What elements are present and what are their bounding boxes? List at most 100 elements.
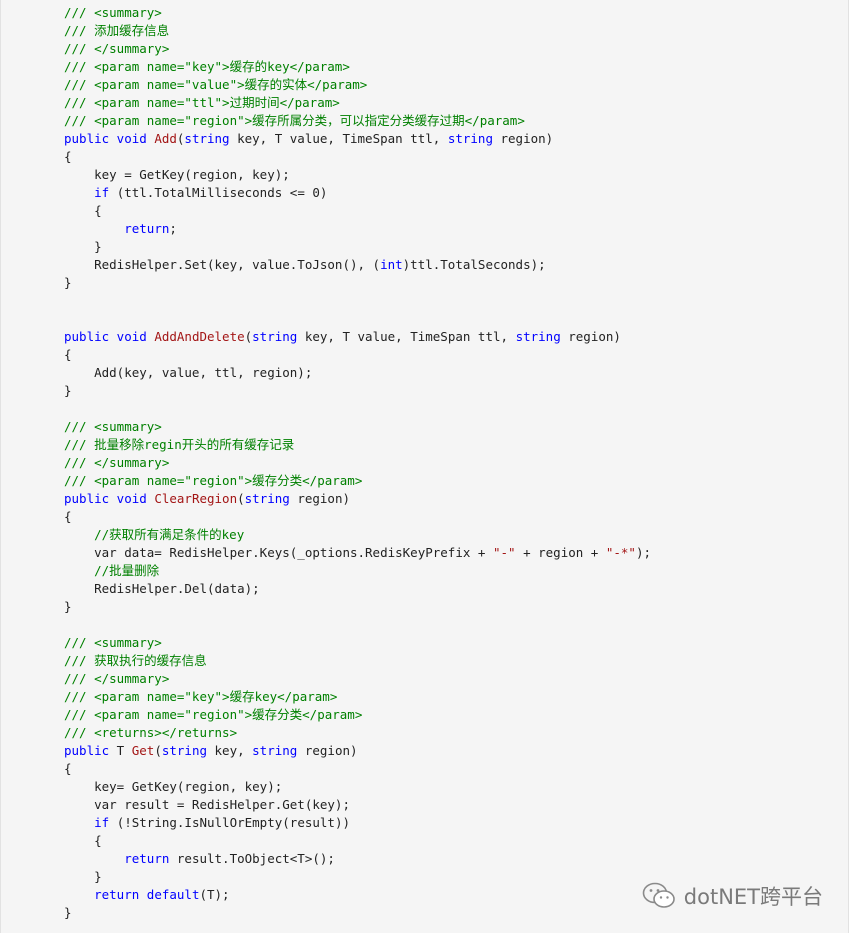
code-token: return <box>124 221 170 236</box>
code-token: /// <param name="key">缓存的key</param> <box>64 59 350 74</box>
code-token: "-*" <box>605 545 636 560</box>
code-token: AddAndDelete <box>154 329 245 344</box>
code-token: return <box>94 887 140 902</box>
code-line: /// 添加缓存信息 <box>64 22 651 40</box>
code-token: } <box>64 905 72 920</box>
code-line: /// <returns></returns> <box>64 724 651 742</box>
code-line: /// <param name="key">缓存的key</param> <box>64 58 651 76</box>
code-token: key, T value, TimeSpan ttl, <box>229 131 448 146</box>
code-token: T <box>109 743 132 758</box>
code-token: if <box>94 185 110 200</box>
code-line: return default(T); <box>64 886 651 904</box>
code-token: ClearRegion <box>154 491 238 506</box>
code-token: region) <box>492 131 554 146</box>
code-token: string <box>447 131 493 146</box>
code-line: } <box>64 904 651 922</box>
code-token: { <box>64 347 72 362</box>
code-token: /// <summary> <box>64 635 162 650</box>
code-token: } <box>64 239 102 254</box>
code-line: { <box>64 148 651 166</box>
code-token: region) <box>560 329 621 344</box>
code-token: region) <box>289 491 351 506</box>
code-token: Add <box>154 131 177 146</box>
code-token: var data= RedisHelper.Keys(_options.Redi… <box>64 545 493 560</box>
code-line: return result.ToObject<T>(); <box>64 850 651 868</box>
code-line: /// <summary> <box>64 4 651 22</box>
code-token: result.ToObject<T>(); <box>169 851 335 866</box>
code-token: /// <param name="region">缓存所属分类，可以指定分类缓存… <box>64 113 525 128</box>
code-line: { <box>64 760 651 778</box>
code-line: public void Add(string key, T value, Tim… <box>64 130 651 148</box>
code-line: { <box>64 508 651 526</box>
code-line: } <box>64 598 651 616</box>
code-line: public void ClearRegion(string region) <box>64 490 651 508</box>
code-token: /// </summary> <box>64 671 170 686</box>
code-line: return; <box>64 220 651 238</box>
code-token: (!String.IsNullOrEmpty(result)) <box>109 815 350 830</box>
code-token: /// <param name="region">缓存分类</param> <box>64 473 363 488</box>
code-token: } <box>64 383 72 398</box>
code-token: (ttl.TotalMilliseconds <= 0) <box>109 185 328 200</box>
code-line: /// <param name="region">缓存所属分类，可以指定分类缓存… <box>64 112 651 130</box>
code-line: /// </summary> <box>64 670 651 688</box>
code-line: /// <param name="ttl">过期时间</param> <box>64 94 651 112</box>
code-line: { <box>64 832 651 850</box>
code-token: "-" <box>492 545 516 560</box>
code-token: /// 添加缓存信息 <box>64 23 170 38</box>
code-line: /// <summary> <box>64 418 651 436</box>
code-token: /// <param name="key">缓存key</param> <box>64 689 338 704</box>
code-token: (T); <box>199 887 230 902</box>
code-token: /// 获取执行的缓存信息 <box>64 653 207 668</box>
code-token: key, <box>207 743 253 758</box>
code-token: key= GetKey(region, key); <box>64 779 283 794</box>
code-token: )ttl.TotalSeconds); <box>402 257 546 272</box>
code-token: /// </summary> <box>64 41 170 56</box>
code-token: string <box>161 743 207 758</box>
code-line: /// 获取执行的缓存信息 <box>64 652 651 670</box>
code-token: key, T value, TimeSpan ttl, <box>297 329 516 344</box>
code-token: string <box>244 491 290 506</box>
code-token: public void <box>64 329 155 344</box>
code-line: { <box>64 346 651 364</box>
code-line: /// <param name="region">缓存分类</param> <box>64 472 651 490</box>
code-token: //批量删除 <box>64 563 160 578</box>
code-line: if (ttl.TotalMilliseconds <= 0) <box>64 184 651 202</box>
code-token: /// </summary> <box>64 455 170 470</box>
code-line: /// </summary> <box>64 40 651 58</box>
code-token: /// 批量移除regin开头的所有缓存记录 <box>64 437 295 452</box>
code-token: string <box>252 743 298 758</box>
code-line: } <box>64 238 651 256</box>
code-line: RedisHelper.Set(key, value.ToJson(), (in… <box>64 256 651 274</box>
code-token: } <box>64 275 72 290</box>
wechat-icon <box>642 882 676 910</box>
code-token: RedisHelper.Del(data); <box>64 581 260 596</box>
code-line: public void AddAndDelete(string key, T v… <box>64 328 651 346</box>
code-token: default <box>146 887 200 902</box>
code-token: //获取所有满足条件的key <box>64 527 245 542</box>
code-line: //批量删除 <box>64 562 651 580</box>
code-token: /// <param name="ttl">过期时间</param> <box>64 95 340 110</box>
code-token: string <box>252 329 298 344</box>
code-token: Add(key, value, ttl, region); <box>64 365 313 380</box>
code-line: if (!String.IsNullOrEmpty(result)) <box>64 814 651 832</box>
code-token: { <box>64 833 102 848</box>
code-line: var result = RedisHelper.Get(key); <box>64 796 651 814</box>
code-token: ); <box>635 545 652 560</box>
code-line: Add(key, value, ttl, region); <box>64 364 651 382</box>
code-line: RedisHelper.Del(data); <box>64 580 651 598</box>
code-line: /// 批量移除regin开头的所有缓存记录 <box>64 436 651 454</box>
code-token: region) <box>297 743 358 758</box>
code-token: /// <param name="region">缓存分类</param> <box>64 707 363 722</box>
code-line: /// <param name="region">缓存分类</param> <box>64 706 651 724</box>
code-block: /// <summary> /// 添加缓存信息 /// </summary> ///… <box>0 0 849 933</box>
code-line: } <box>64 868 651 886</box>
code-line: } <box>64 382 651 400</box>
code-line: { <box>64 202 651 220</box>
code-token: key = GetKey(region, key); <box>64 167 290 182</box>
